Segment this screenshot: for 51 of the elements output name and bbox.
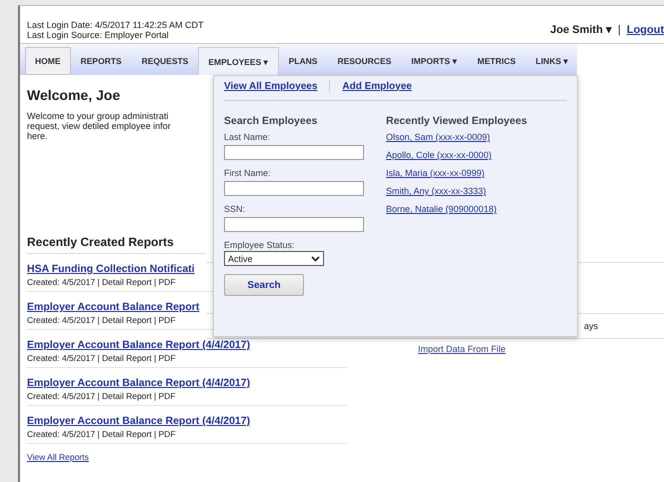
recent-heading: Recently Viewed Employees	[386, 115, 528, 127]
report-link[interactable]: Employer Account Balance Report (4/4/2017)	[27, 338, 250, 352]
welcome-heading: Welcome, Joe	[27, 87, 122, 103]
report-link[interactable]: Employer Account Balance Report (4/4/2017)	[27, 376, 250, 390]
chevron-icon	[311, 256, 320, 262]
nav-tab[interactable]: EMPLOYEES ▾	[198, 47, 279, 75]
report-link[interactable]: HSA Funding Collection Notificati	[27, 262, 195, 276]
report-link[interactable]: Employer Account Balance Report (4/4/2017)	[27, 414, 250, 428]
login-source: Last Login Source: Employer Portal	[27, 30, 170, 40]
search-heading: Search Employees	[224, 115, 318, 127]
nav-tab[interactable]: METRICS	[467, 47, 526, 75]
logout-link[interactable]: Logout	[626, 24, 664, 36]
field-label: Employee Status:	[224, 240, 296, 250]
view-all-reports-link[interactable]: View All Reports	[27, 452, 89, 462]
nav-tab[interactable]: PLANS	[278, 47, 328, 75]
employee-link[interactable]: Isla, Maria (xxx-xx-0999)	[386, 168, 485, 178]
user-menu[interactable]: Joe Smith ▾	[550, 23, 612, 36]
employee-link[interactable]: Borne, Natalie (909000018)	[386, 204, 497, 214]
report-meta: Created: 4/5/2017 | Detail Report | PDF	[27, 429, 176, 440]
report-meta: Created: 4/5/2017 | Detail Report | PDF	[27, 315, 176, 326]
welcome-text: Welcome to your group administrati	[27, 111, 170, 121]
section-heading: Recently Created Reports	[27, 235, 206, 254]
status-dropdown[interactable]: Active	[224, 251, 324, 266]
import-link[interactable]: Import Data From File	[418, 344, 506, 354]
field-label: SSN:	[224, 204, 246, 214]
menu-link[interactable]: Add Employee	[342, 80, 412, 92]
nav-tab[interactable]: REQUESTS	[132, 47, 198, 75]
report-meta: Created: 4/5/2017 | Detail Report | PDF	[27, 391, 176, 402]
input-field[interactable]	[224, 145, 364, 160]
input-field[interactable]	[224, 217, 364, 232]
nav-tab[interactable]: HOME	[25, 47, 70, 75]
nav-tab[interactable]: RESOURCES	[327, 47, 402, 75]
separator: |	[618, 24, 621, 36]
search-button[interactable]: Search	[224, 274, 304, 296]
field-label: Last Name:	[224, 132, 272, 142]
nav-tab[interactable]: REPORTS	[70, 47, 132, 75]
nav-tab[interactable]: IMPORTS ▾	[401, 47, 468, 75]
welcome-text: request, view detiled employee infor	[27, 121, 172, 131]
employee-link[interactable]: Apollo, Cole (xxx-xx-0000)	[386, 150, 492, 160]
input-field[interactable]	[224, 181, 364, 196]
field-label: First Name:	[224, 168, 272, 178]
welcome-text: here.	[27, 131, 49, 141]
login-date: Last Login Date: 4/5/2017 11:42:25 AM CDT	[27, 20, 204, 30]
menu-link[interactable]: View All Employees	[224, 80, 318, 92]
employee-link[interactable]: Smith, Any (xxx-xx-3333)	[386, 186, 486, 196]
report-meta: Created: 4/5/2017 | Detail Report | PDF	[27, 353, 176, 364]
employee-link[interactable]: Olson, Sam (xxx-xx-0009)	[386, 132, 490, 142]
row-text: ays	[584, 321, 598, 331]
report-link[interactable]: Employer Account Balance Report	[27, 300, 200, 314]
report-meta: Created: 4/5/2017 | Detail Report | PDF	[27, 277, 176, 288]
nav-tab[interactable]: LINKS ▾	[526, 47, 578, 75]
